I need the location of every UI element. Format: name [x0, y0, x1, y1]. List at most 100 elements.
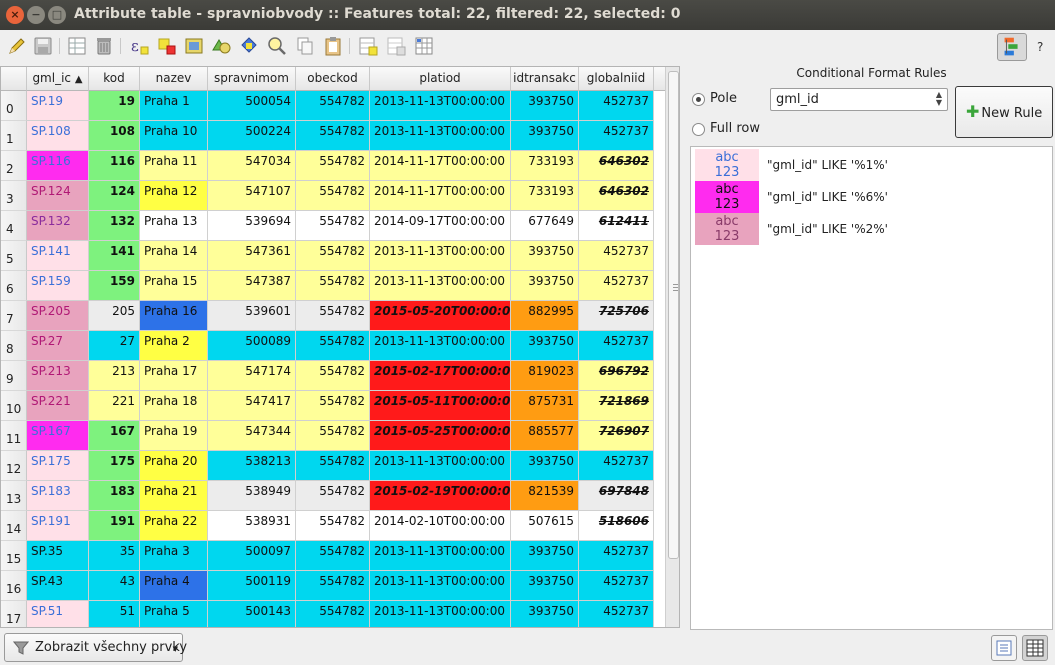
cell-platiod[interactable]: 2013-11-13T00:00:00 [370, 91, 511, 121]
cell-kod[interactable]: 19 [89, 91, 140, 121]
zoom-to-selection-icon[interactable] [266, 35, 288, 57]
cell-nazev[interactable]: Praha 1 [140, 91, 208, 121]
cell-obeckod[interactable]: 554782 [296, 91, 370, 121]
cell-kod[interactable]: 191 [89, 511, 140, 541]
row-header[interactable]: 15 [1, 541, 27, 571]
column-header-idtransakc[interactable]: idtransakc [511, 67, 579, 91]
cell-kod[interactable]: 213 [89, 361, 140, 391]
cell-idtransakc[interactable]: 733193 [511, 181, 579, 211]
cell-spravnimom[interactable]: 547034 [208, 151, 296, 181]
cell-platiod[interactable]: 2014-11-17T00:00:00 [370, 151, 511, 181]
select-all-icon[interactable] [183, 35, 205, 57]
cell-platiod[interactable]: 2014-09-17T00:00:00 [370, 211, 511, 241]
cell-kod[interactable]: 175 [89, 451, 140, 481]
cell-obeckod[interactable]: 554782 [296, 361, 370, 391]
cell-spravnimom[interactable]: 500143 [208, 601, 296, 627]
rule-item[interactable]: abc 123 "gml_id" LIKE '%6%' [695, 181, 1050, 213]
cell-globalniid[interactable]: 725706 [579, 301, 654, 331]
cell-idtransakc[interactable]: 393750 [511, 451, 579, 481]
column-header-gml-id[interactable]: gml_ic ▲ [27, 67, 89, 91]
new-rule-button[interactable]: ✚ New Rule [955, 86, 1053, 138]
cell-spravnimom[interactable]: 500119 [208, 571, 296, 601]
rule-item[interactable]: abc 123 "gml_id" LIKE '%1%' [695, 149, 1050, 181]
move-selection-to-top-icon[interactable] [238, 35, 260, 57]
cell-nazev[interactable]: Praha 2 [140, 331, 208, 361]
column-header-globalniid[interactable]: globalniid [579, 67, 654, 91]
row-header[interactable]: 2 [1, 151, 27, 181]
cell-globalniid[interactable]: 612411 [579, 211, 654, 241]
row-header[interactable]: 8 [1, 331, 27, 361]
cell-obeckod[interactable]: 554782 [296, 451, 370, 481]
full-row-radio[interactable] [692, 123, 705, 136]
cell-idtransakc[interactable]: 875731 [511, 391, 579, 421]
column-header-kod[interactable]: kod [89, 67, 140, 91]
cell-obeckod[interactable]: 554782 [296, 511, 370, 541]
cell-obeckod[interactable]: 554782 [296, 571, 370, 601]
cell-nazev[interactable]: Praha 12 [140, 181, 208, 211]
edit-pencil-icon[interactable] [6, 35, 28, 57]
row-header[interactable]: 10 [1, 391, 27, 421]
scrollbar-thumb[interactable] [668, 71, 679, 559]
cell-nazev[interactable]: Praha 21 [140, 481, 208, 511]
conditional-formatting-button[interactable] [997, 33, 1027, 61]
cell-gml-id[interactable]: SP.124 [27, 181, 89, 211]
cell-gml-id[interactable]: SP.51 [27, 601, 89, 627]
cell-gml-id[interactable]: SP.19 [27, 91, 89, 121]
cell-platiod[interactable]: 2015-02-19T00:00:00 [370, 481, 511, 511]
column-header-platiod[interactable]: platiod [370, 67, 511, 91]
select-by-expression-icon[interactable]: ε [128, 35, 150, 57]
cell-gml-id[interactable]: SP.43 [27, 571, 89, 601]
cell-spravnimom[interactable]: 547107 [208, 181, 296, 211]
row-header[interactable]: 13 [1, 481, 27, 511]
cell-globalniid[interactable]: 452737 [579, 271, 654, 301]
cell-spravnimom[interactable]: 547361 [208, 241, 296, 271]
help-button[interactable]: ? [1037, 40, 1043, 54]
cell-nazev[interactable]: Praha 18 [140, 391, 208, 421]
cell-globalniid[interactable]: 452737 [579, 91, 654, 121]
cell-platiod[interactable]: 2013-11-13T00:00:00 [370, 571, 511, 601]
cell-obeckod[interactable]: 554782 [296, 481, 370, 511]
cell-gml-id[interactable]: SP.191 [27, 511, 89, 541]
cell-kod[interactable]: 51 [89, 601, 140, 627]
window-maximize-button[interactable]: □ [48, 6, 66, 24]
cell-globalniid[interactable]: 452737 [579, 241, 654, 271]
cell-globalniid[interactable]: 646302 [579, 181, 654, 211]
cell-spravnimom[interactable]: 547344 [208, 421, 296, 451]
field-calculator-icon[interactable] [413, 35, 435, 57]
row-header[interactable]: 11 [1, 421, 27, 451]
row-header[interactable]: 14 [1, 511, 27, 541]
cell-gml-id[interactable]: SP.116 [27, 151, 89, 181]
cell-nazev[interactable]: Praha 5 [140, 601, 208, 627]
cell-gml-id[interactable]: SP.35 [27, 541, 89, 571]
cell-kod[interactable]: 183 [89, 481, 140, 511]
cell-idtransakc[interactable]: 819023 [511, 361, 579, 391]
cell-platiod[interactable]: 2013-11-13T00:00:00 [370, 121, 511, 151]
cell-kod[interactable]: 43 [89, 571, 140, 601]
cell-nazev[interactable]: Praha 15 [140, 271, 208, 301]
cell-platiod[interactable]: 2013-11-13T00:00:00 [370, 541, 511, 571]
field-radio[interactable] [692, 93, 705, 106]
corner-header[interactable] [1, 67, 27, 91]
cell-globalniid[interactable]: 697848 [579, 481, 654, 511]
cell-kod[interactable]: 167 [89, 421, 140, 451]
cell-gml-id[interactable]: SP.183 [27, 481, 89, 511]
cell-globalniid[interactable]: 518606 [579, 511, 654, 541]
cell-globalniid[interactable]: 646302 [579, 151, 654, 181]
deselect-all-icon[interactable] [156, 35, 178, 57]
vertical-scrollbar[interactable] [665, 67, 679, 627]
show-all-features-button[interactable]: Zobrazit všechny prvky ▼ [4, 633, 187, 662]
table-view-button[interactable] [1022, 635, 1048, 661]
cell-spravnimom[interactable]: 539694 [208, 211, 296, 241]
cell-platiod[interactable]: 2013-11-13T00:00:00 [370, 601, 511, 627]
cell-platiod[interactable]: 2015-05-20T00:00:00 [370, 301, 511, 331]
cell-gml-id[interactable]: SP.27 [27, 331, 89, 361]
row-header[interactable]: 17 [1, 601, 27, 627]
cell-nazev[interactable]: Praha 22 [140, 511, 208, 541]
cell-globalniid[interactable]: 452737 [579, 541, 654, 571]
cell-nazev[interactable]: Praha 4 [140, 571, 208, 601]
cell-nazev[interactable]: Praha 10 [140, 121, 208, 151]
cell-platiod[interactable]: 2013-11-13T00:00:00 [370, 331, 511, 361]
cell-idtransakc[interactable]: 393750 [511, 91, 579, 121]
cell-gml-id[interactable]: SP.175 [27, 451, 89, 481]
cell-nazev[interactable]: Praha 11 [140, 151, 208, 181]
